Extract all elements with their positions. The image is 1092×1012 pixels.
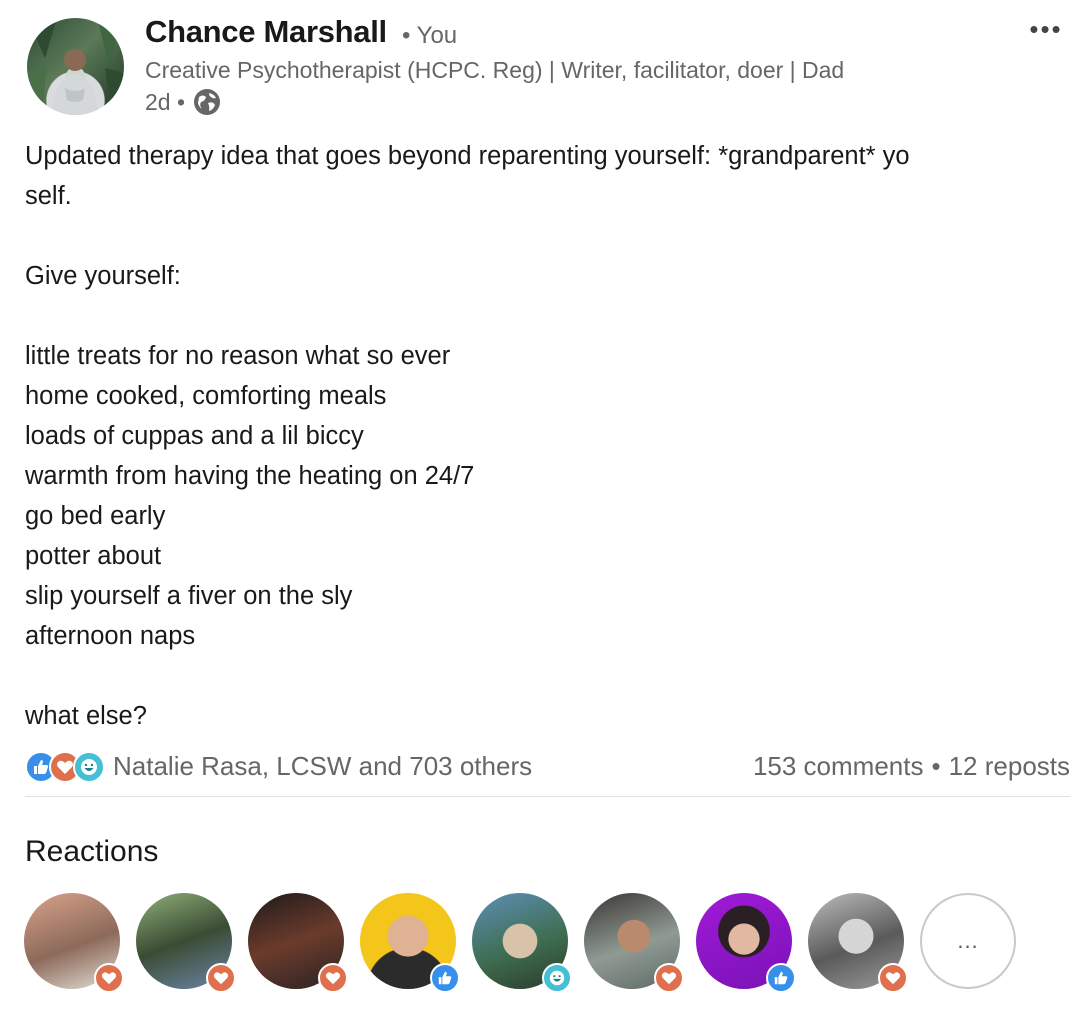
smile-icon: [73, 751, 105, 783]
heart-icon: [94, 963, 124, 993]
reactor-avatar[interactable]: [24, 893, 124, 993]
post-line: little treats for no reason what so ever: [25, 342, 451, 370]
post-line: [25, 216, 1065, 256]
reactor-avatar[interactable]: [808, 893, 908, 993]
globe-icon: [194, 89, 221, 115]
divider: [25, 796, 1070, 797]
engagement-counts: 153 comments • 12 reposts: [753, 751, 1070, 782]
post-text: Updated therapy idea that goes beyond re…: [25, 136, 1065, 736]
reactor-avatar[interactable]: [360, 893, 460, 993]
post-line: warmth from having the heating on 24/7: [25, 462, 475, 490]
post-line: home cooked, comforting meals: [25, 382, 387, 410]
post-line: potter about: [25, 542, 162, 570]
author-avatar[interactable]: [27, 18, 124, 115]
post-line: Updated therapy idea that goes beyond re…: [25, 142, 910, 170]
thumbs-up-icon: [766, 963, 796, 993]
connection-degree: • You: [402, 22, 458, 49]
heart-icon: [654, 963, 684, 993]
reactor-avatar[interactable]: [472, 893, 572, 993]
reposts-count-link[interactable]: 12 reposts: [949, 751, 1070, 782]
author-photo: [27, 18, 124, 115]
reactions-summary-link[interactable]: Natalie Rasa, LCSW and 703 others: [113, 751, 532, 782]
reactor-avatar[interactable]: [584, 893, 684, 993]
comments-count-link[interactable]: 153 comments: [753, 751, 924, 782]
reaction-icons[interactable]: [25, 749, 105, 783]
smile-icon: [542, 963, 572, 993]
post-line: what else?: [25, 702, 147, 730]
reactions-heading: Reactions: [25, 835, 159, 868]
reactor-avatar[interactable]: [696, 893, 796, 993]
author-headline: Creative Psychotherapist (HCPC. Reg) | W…: [145, 57, 845, 83]
heart-icon: [878, 963, 908, 993]
separator-dot: •: [931, 750, 941, 781]
reactors-list: ...: [24, 893, 1024, 993]
post-line: go bed early: [25, 502, 166, 530]
post-line: afternoon naps: [25, 622, 196, 650]
reactor-avatar[interactable]: [248, 893, 348, 993]
more-options-button[interactable]: •••: [1026, 14, 1066, 44]
post-line: loads of cuppas and a lil biccy: [25, 422, 364, 450]
post-time: 2d •: [145, 88, 186, 115]
post-meta: 2d •: [145, 88, 221, 116]
author-name[interactable]: Chance Marshall: [145, 14, 387, 50]
social-counts-bar: Natalie Rasa, LCSW and 703 others 153 co…: [25, 746, 1070, 786]
post-line: slip yourself a fiver on the sly: [25, 582, 353, 610]
thumbs-up-icon: [430, 963, 460, 993]
heart-icon: [318, 963, 348, 993]
reactor-avatar[interactable]: [136, 893, 236, 993]
post-line: self.: [25, 182, 72, 210]
post-line: [25, 296, 1065, 336]
post-line: [25, 656, 1065, 696]
heart-icon: [206, 963, 236, 993]
post-line: Give yourself:: [25, 262, 181, 290]
more-reactors-button[interactable]: ...: [920, 893, 1016, 989]
